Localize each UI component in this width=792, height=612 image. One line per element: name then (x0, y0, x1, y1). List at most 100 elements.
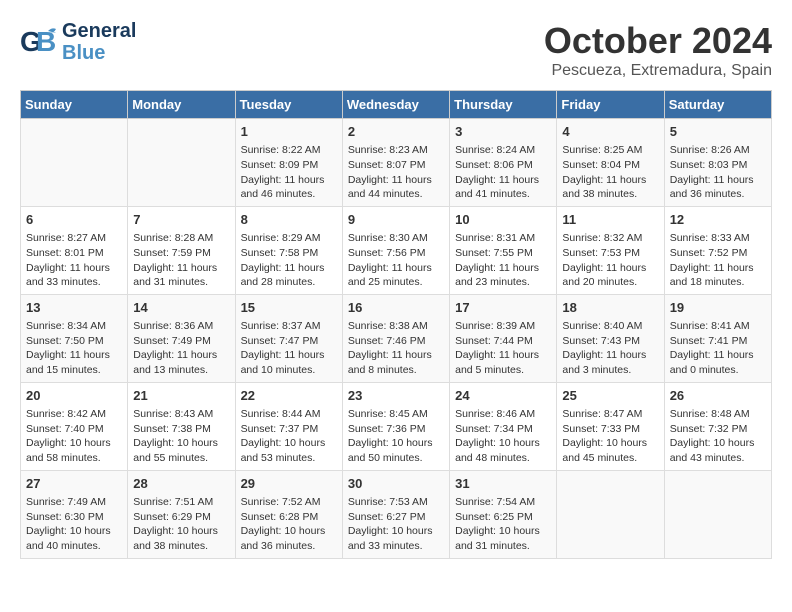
day-number: 30 (348, 475, 444, 493)
daylight-text: Daylight: 10 hours and 33 minutes. (348, 524, 444, 553)
daylight-text: Daylight: 11 hours and 10 minutes. (241, 348, 337, 377)
sunset-text: Sunset: 8:04 PM (562, 158, 658, 173)
sunrise-text: Sunrise: 8:33 AM (670, 231, 766, 246)
daylight-text: Daylight: 10 hours and 50 minutes. (348, 436, 444, 465)
day-number: 1 (241, 123, 337, 141)
calendar-cell: 6Sunrise: 8:27 AMSunset: 8:01 PMDaylight… (21, 206, 128, 294)
calendar-cell: 27Sunrise: 7:49 AMSunset: 6:30 PMDayligh… (21, 470, 128, 558)
calendar-cell: 2Sunrise: 8:23 AMSunset: 8:07 PMDaylight… (342, 119, 449, 207)
day-number: 7 (133, 211, 229, 229)
sunset-text: Sunset: 7:44 PM (455, 334, 551, 349)
sunset-text: Sunset: 6:25 PM (455, 510, 551, 525)
calendar-cell (557, 470, 664, 558)
daylight-text: Daylight: 11 hours and 18 minutes. (670, 261, 766, 290)
sunset-text: Sunset: 7:52 PM (670, 246, 766, 261)
sunset-text: Sunset: 7:40 PM (26, 422, 122, 437)
sunrise-text: Sunrise: 8:43 AM (133, 407, 229, 422)
day-number: 15 (241, 299, 337, 317)
sunset-text: Sunset: 7:49 PM (133, 334, 229, 349)
day-number: 25 (562, 387, 658, 405)
day-number: 8 (241, 211, 337, 229)
sunrise-text: Sunrise: 8:29 AM (241, 231, 337, 246)
header-day-sunday: Sunday (21, 91, 128, 119)
header-day-thursday: Thursday (450, 91, 557, 119)
daylight-text: Daylight: 11 hours and 46 minutes. (241, 173, 337, 202)
daylight-text: Daylight: 11 hours and 33 minutes. (26, 261, 122, 290)
sunrise-text: Sunrise: 8:22 AM (241, 143, 337, 158)
sunset-text: Sunset: 7:32 PM (670, 422, 766, 437)
day-number: 28 (133, 475, 229, 493)
sunset-text: Sunset: 7:46 PM (348, 334, 444, 349)
month-title: October 2024 (544, 20, 772, 62)
sunrise-text: Sunrise: 8:45 AM (348, 407, 444, 422)
daylight-text: Daylight: 10 hours and 36 minutes. (241, 524, 337, 553)
sunrise-text: Sunrise: 7:51 AM (133, 495, 229, 510)
daylight-text: Daylight: 11 hours and 5 minutes. (455, 348, 551, 377)
sunrise-text: Sunrise: 8:26 AM (670, 143, 766, 158)
daylight-text: Daylight: 11 hours and 15 minutes. (26, 348, 122, 377)
sunset-text: Sunset: 6:27 PM (348, 510, 444, 525)
day-number: 6 (26, 211, 122, 229)
daylight-text: Daylight: 11 hours and 25 minutes. (348, 261, 444, 290)
day-number: 2 (348, 123, 444, 141)
calendar-cell: 25 Sunrise: 8:47 AMSunset: 7:33 PMDayligh… (557, 382, 664, 470)
day-number: 31 (455, 475, 551, 493)
daylight-text: Daylight: 10 hours and 53 minutes. (241, 436, 337, 465)
sunset-text: Sunset: 6:29 PM (133, 510, 229, 525)
day-number: 4 (562, 123, 658, 141)
header-day-saturday: Saturday (664, 91, 771, 119)
sunrise-text: Sunrise: 7:49 AM (26, 495, 122, 510)
daylight-text: Daylight: 11 hours and 23 minutes. (455, 261, 551, 290)
header-day-friday: Friday (557, 91, 664, 119)
sunset-text: Sunset: 7:34 PM (455, 422, 551, 437)
day-number: 18 (562, 299, 658, 317)
day-number: 19 (670, 299, 766, 317)
calendar-cell: 28 Sunrise: 7:51 AMSunset: 6:29 PMDayligh… (128, 470, 235, 558)
sunrise-text: Sunrise: 7:54 AM (455, 495, 551, 510)
sunset-text: Sunset: 7:41 PM (670, 334, 766, 349)
sunset-text: Sunset: 7:33 PM (562, 422, 658, 437)
logo: G B General Blue (20, 20, 136, 64)
calendar-week-1: 1Sunrise: 8:22 AMSunset: 8:09 PMDaylight… (21, 119, 772, 207)
calendar-cell: 24Sunrise: 8:46 AMSunset: 7:34 PMDayligh… (450, 382, 557, 470)
daylight-text: Daylight: 11 hours and 28 minutes. (241, 261, 337, 290)
calendar-cell (664, 470, 771, 558)
day-number: 26 (670, 387, 766, 405)
calendar-cell: 21Sunrise: 8:43 AMSunset: 7:38 PMDayligh… (128, 382, 235, 470)
page-header: G B General Blue October 2024 Pescueza, … (20, 20, 772, 80)
sunset-text: Sunset: 7:43 PM (562, 334, 658, 349)
sunrise-text: Sunrise: 8:47 AM (562, 407, 658, 422)
daylight-text: Daylight: 11 hours and 31 minutes. (133, 261, 229, 290)
sunrise-text: Sunrise: 8:41 AM (670, 319, 766, 334)
sunrise-text: Sunrise: 8:38 AM (348, 319, 444, 334)
logo-icon: G B (20, 23, 58, 61)
daylight-text: Daylight: 10 hours and 45 minutes. (562, 436, 658, 465)
sunset-text: Sunset: 6:28 PM (241, 510, 337, 525)
calendar-cell: 10Sunrise: 8:31 AMSunset: 7:55 PMDayligh… (450, 206, 557, 294)
daylight-text: Daylight: 11 hours and 20 minutes. (562, 261, 658, 290)
calendar-cell: 23Sunrise: 8:45 AMSunset: 7:36 PMDayligh… (342, 382, 449, 470)
sunset-text: Sunset: 8:01 PM (26, 246, 122, 261)
daylight-text: Daylight: 11 hours and 3 minutes. (562, 348, 658, 377)
calendar-cell (21, 119, 128, 207)
daylight-text: Daylight: 11 hours and 36 minutes. (670, 173, 766, 202)
sunset-text: Sunset: 8:06 PM (455, 158, 551, 173)
sunrise-text: Sunrise: 8:34 AM (26, 319, 122, 334)
daylight-text: Daylight: 10 hours and 31 minutes. (455, 524, 551, 553)
calendar-header-row: SundayMondayTuesdayWednesdayThursdayFrid… (21, 91, 772, 119)
sunrise-text: Sunrise: 7:52 AM (241, 495, 337, 510)
sunrise-text: Sunrise: 8:48 AM (670, 407, 766, 422)
sunset-text: Sunset: 7:37 PM (241, 422, 337, 437)
calendar-week-4: 20Sunrise: 8:42 AMSunset: 7:40 PMDayligh… (21, 382, 772, 470)
day-number: 9 (348, 211, 444, 229)
daylight-text: Daylight: 11 hours and 8 minutes. (348, 348, 444, 377)
day-number: 14 (133, 299, 229, 317)
daylight-text: Daylight: 10 hours and 38 minutes. (133, 524, 229, 553)
sunset-text: Sunset: 8:07 PM (348, 158, 444, 173)
header-day-monday: Monday (128, 91, 235, 119)
calendar-cell: 15Sunrise: 8:37 AMSunset: 7:47 PMDayligh… (235, 294, 342, 382)
sunrise-text: Sunrise: 8:44 AM (241, 407, 337, 422)
daylight-text: Daylight: 11 hours and 38 minutes. (562, 173, 658, 202)
daylight-text: Daylight: 10 hours and 58 minutes. (26, 436, 122, 465)
day-number: 3 (455, 123, 551, 141)
